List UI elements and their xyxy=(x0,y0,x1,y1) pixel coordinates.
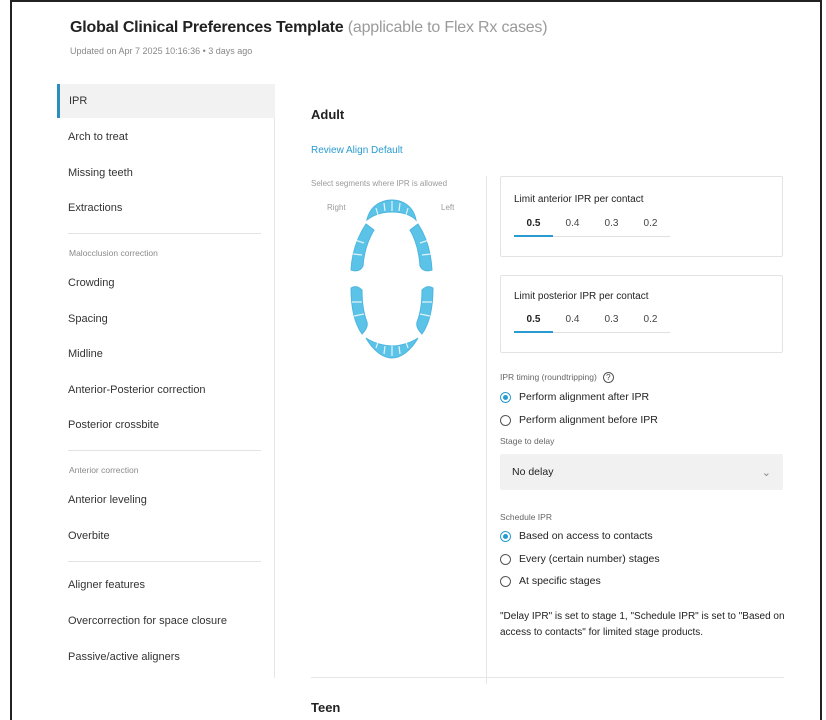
radio-after-ipr[interactable]: Perform alignment after IPR xyxy=(500,391,649,403)
sidebar-item-anterior-posterior[interactable]: Anterior-Posterior correction xyxy=(57,373,275,407)
sidebar-group-anterior: Anterior correction xyxy=(69,465,139,475)
lower-left-segment xyxy=(416,286,434,335)
anterior-ipr-option[interactable]: 0.4 xyxy=(553,215,592,237)
sidebar-item-aligner-features[interactable]: Aligner features xyxy=(57,568,275,602)
arch-left-label: Left xyxy=(441,203,455,212)
sidebar-item-ipr[interactable]: IPR xyxy=(57,84,275,118)
radio-every-stages[interactable]: Every (certain number) stages xyxy=(500,553,660,565)
upper-right-segment xyxy=(350,223,375,272)
anterior-ipr-options: 0.5 0.4 0.3 0.2 xyxy=(514,215,670,237)
posterior-ipr-option[interactable]: 0.4 xyxy=(553,311,592,333)
posterior-ipr-title: Limit posterior IPR per contact xyxy=(514,291,649,302)
posterior-ipr-card: Limit posterior IPR per contact 0.5 0.4 … xyxy=(500,275,783,353)
radio-every-stages-label: Every (certain number) stages xyxy=(519,553,660,565)
lower-right-segment xyxy=(350,286,368,335)
section-divider xyxy=(311,677,784,678)
sidebar-item-overbite[interactable]: Overbite xyxy=(57,519,275,553)
stage-to-delay-select[interactable]: No delay ⌄ xyxy=(500,454,783,490)
review-default-link[interactable]: Review Align Default xyxy=(311,145,403,156)
anterior-ipr-option[interactable]: 0.3 xyxy=(592,215,631,237)
sidebar-item-midline[interactable]: Midline xyxy=(57,337,275,371)
sidebar: IPR Arch to treat Missing teeth Extracti… xyxy=(57,84,275,678)
page-title: Global Clinical Preferences Template (ap… xyxy=(70,19,548,37)
updated-timestamp: Updated on Apr 7 2025 10:16:36 • 3 days … xyxy=(70,46,253,56)
ipr-timing-label-text: IPR timing (roundtripping) xyxy=(500,372,597,382)
upper-left-segment xyxy=(409,223,433,272)
ipr-timing-label: IPR timing (roundtripping)? xyxy=(500,372,614,384)
section-title-adult: Adult xyxy=(311,107,345,122)
radio-unselected-icon xyxy=(500,575,511,587)
stage-to-delay-value: No delay xyxy=(512,466,554,478)
posterior-ipr-option[interactable]: 0.3 xyxy=(592,311,631,333)
dental-arch-diagram[interactable] xyxy=(340,196,440,364)
stage-to-delay-label: Stage to delay xyxy=(500,436,555,446)
radio-before-ipr[interactable]: Perform alignment before IPR xyxy=(500,414,658,426)
sidebar-item-missing-teeth[interactable]: Missing teeth xyxy=(57,156,275,190)
radio-selected-icon xyxy=(500,530,511,542)
posterior-ipr-option[interactable]: 0.2 xyxy=(631,311,670,333)
page-title-main: Global Clinical Preferences Template xyxy=(70,19,344,36)
radio-specific-stages[interactable]: At specific stages xyxy=(500,575,601,587)
page-title-subtitle: (applicable to Flex Rx cases) xyxy=(347,19,548,36)
radio-access-contacts-label: Based on access to contacts xyxy=(519,530,653,542)
sidebar-item-anterior-leveling[interactable]: Anterior leveling xyxy=(57,483,275,517)
chevron-down-icon: ⌄ xyxy=(761,466,771,479)
radio-access-contacts[interactable]: Based on access to contacts xyxy=(500,530,653,542)
radio-before-ipr-label: Perform alignment before IPR xyxy=(519,414,658,426)
sidebar-item-posterior-crossbite[interactable]: Posterior crossbite xyxy=(57,408,275,442)
anterior-ipr-option[interactable]: 0.5 xyxy=(514,215,553,237)
help-icon[interactable]: ? xyxy=(602,372,614,384)
sidebar-item-crowding[interactable]: Crowding xyxy=(57,266,275,300)
sidebar-item-spacing[interactable]: Spacing xyxy=(57,302,275,336)
radio-specific-stages-label: At specific stages xyxy=(519,575,601,587)
sidebar-item-overcorrection[interactable]: Overcorrection for space closure xyxy=(57,604,275,638)
sidebar-divider xyxy=(68,233,261,234)
section-title-teen: Teen xyxy=(311,700,341,715)
segment-hint: Select segments where IPR is allowed xyxy=(311,179,448,188)
radio-unselected-icon xyxy=(500,414,511,426)
schedule-ipr-label: Schedule IPR xyxy=(500,512,552,522)
anterior-ipr-card: Limit anterior IPR per contact 0.5 0.4 0… xyxy=(500,176,783,257)
column-divider xyxy=(486,176,487,684)
posterior-ipr-option[interactable]: 0.5 xyxy=(514,311,553,333)
sidebar-item-passive-active[interactable]: Passive/active aligners xyxy=(57,640,275,674)
sidebar-divider xyxy=(68,561,261,562)
info-note: "Delay IPR" is set to stage 1, "Schedule… xyxy=(500,611,785,638)
sidebar-group-malocclusion: Malocclusion correction xyxy=(69,248,158,258)
sidebar-divider xyxy=(68,450,261,451)
radio-selected-icon xyxy=(500,391,511,403)
radio-after-ipr-label: Perform alignment after IPR xyxy=(519,391,650,403)
anterior-ipr-option[interactable]: 0.2 xyxy=(631,215,670,237)
posterior-ipr-options: 0.5 0.4 0.3 0.2 xyxy=(514,311,670,333)
radio-unselected-icon xyxy=(500,553,511,565)
sidebar-item-extractions[interactable]: Extractions xyxy=(57,191,275,225)
anterior-ipr-title: Limit anterior IPR per contact xyxy=(514,194,644,205)
sidebar-item-arch-to-treat[interactable]: Arch to treat xyxy=(57,120,275,154)
